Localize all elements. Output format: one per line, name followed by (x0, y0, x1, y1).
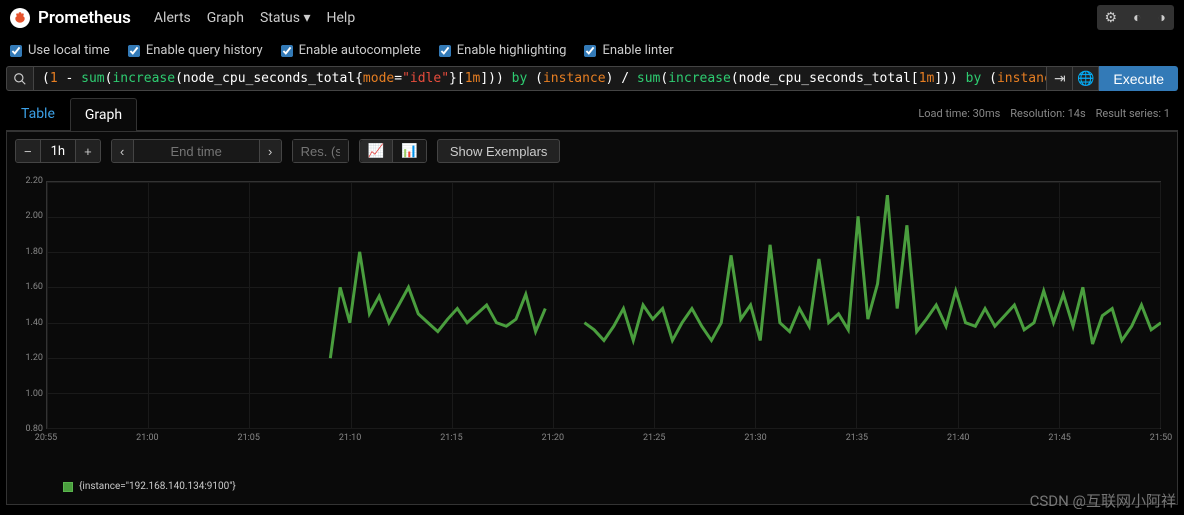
nav-help[interactable]: Help (319, 2, 364, 34)
bar-chart-icon: 📊 (401, 143, 418, 158)
globe-button[interactable]: 🌐 (1073, 66, 1099, 91)
stat-resolution: Resolution: 14s (1010, 107, 1085, 120)
y-tick-label: 1.80 (25, 247, 43, 257)
chevron-right-icon: › (268, 144, 272, 159)
check-query-history[interactable]: Enable query history (128, 43, 263, 58)
y-tick-label: 2.20 (25, 176, 43, 186)
x-tick-label: 21:00 (136, 433, 158, 443)
watermark: CSDN @互联网小阿祥 (1030, 490, 1176, 511)
brand-text: Prometheus (38, 8, 131, 28)
range-increase-button[interactable]: + (75, 140, 100, 162)
x-tick-label: 21:40 (947, 433, 969, 443)
end-time-input[interactable] (134, 140, 259, 162)
resolution-group (292, 139, 349, 163)
execute-button[interactable]: Execute (1099, 66, 1178, 91)
check-linter[interactable]: Enable linter (584, 43, 673, 58)
x-tick-label: 21:35 (846, 433, 868, 443)
contrast-icon: ◑ (1158, 9, 1166, 26)
brand[interactable]: Prometheus (10, 8, 131, 28)
legend-swatch (63, 482, 73, 492)
x-tick-label: 21:20 (542, 433, 564, 443)
chart-type-toggle: 📈 📊 (359, 139, 427, 163)
y-tick-label: 1.20 (25, 353, 43, 363)
time-forward-button[interactable]: › (259, 140, 281, 162)
x-tick-label: 21:15 (440, 433, 462, 443)
contrast-button[interactable]: ◑ (1150, 5, 1174, 30)
x-tick-label: 21:10 (339, 433, 361, 443)
y-tick-label: 1.00 (25, 389, 43, 399)
tab-graph[interactable]: Graph (70, 98, 137, 131)
settings-button[interactable]: ⚙ (1097, 5, 1126, 30)
stat-result-series: Result series: 1 (1096, 107, 1170, 120)
chevron-left-icon: ‹ (120, 144, 124, 159)
check-local-time[interactable]: Use local time (10, 43, 110, 58)
y-tick-label: 1.60 (25, 282, 43, 292)
end-time-group: ‹ › (111, 139, 282, 163)
nav-graph[interactable]: Graph (199, 2, 252, 34)
stat-load-time: Load time: 30ms (918, 107, 1000, 120)
check-autocomplete[interactable]: Enable autocomplete (281, 43, 421, 58)
caret-down-icon: ▾ (303, 10, 310, 26)
y-tick-label: 1.40 (25, 318, 43, 328)
nav-status[interactable]: Status ▾ (252, 2, 319, 34)
plus-icon: + (84, 144, 92, 159)
range-group: − 1h + (15, 139, 101, 163)
x-tick-label: 21:50 (1150, 433, 1172, 443)
line-chart-icon: 📈 (368, 143, 385, 158)
prometheus-logo-icon (10, 8, 30, 28)
x-tick-label: 21:30 (744, 433, 766, 443)
range-decrease-button[interactable]: − (16, 140, 41, 162)
minus-icon: − (24, 144, 32, 159)
stacked-chart-button[interactable]: 📊 (393, 140, 426, 162)
show-exemplars-button[interactable]: Show Exemplars (437, 139, 561, 163)
resolution-input[interactable] (293, 140, 348, 162)
search-icon (13, 72, 27, 86)
globe-icon: 🌐 (1077, 71, 1094, 87)
time-back-button[interactable]: ‹ (112, 140, 134, 162)
y-tick-label: 2.00 (25, 211, 43, 221)
check-highlighting[interactable]: Enable highlighting (439, 43, 567, 58)
moon-icon: ◐ (1133, 9, 1141, 26)
expression-input[interactable]: (1 - sum(increase(node_cpu_seconds_total… (34, 66, 1047, 91)
format-button[interactable]: ⇥ (1047, 66, 1073, 91)
x-tick-label: 21:05 (238, 433, 260, 443)
metrics-explorer-button[interactable] (6, 66, 34, 91)
theme-button[interactable]: ◐ (1125, 5, 1149, 30)
line-chart-button[interactable]: 📈 (360, 140, 394, 162)
legend-label: {instance="192.168.140.134:9100"} (79, 481, 236, 492)
range-value[interactable]: 1h (41, 140, 75, 162)
format-icon: ⇥ (1054, 71, 1066, 87)
x-tick-label: 20:55 (35, 433, 57, 443)
tab-table[interactable]: Table (6, 97, 70, 130)
x-tick-label: 21:25 (643, 433, 665, 443)
chart[interactable]: 0.801.001.201.401.601.802.002.2020:5521:… (13, 176, 1171, 481)
nav-alerts[interactable]: Alerts (146, 2, 199, 34)
x-tick-label: 21:45 (1048, 433, 1070, 443)
gear-icon: ⚙ (1105, 10, 1118, 26)
